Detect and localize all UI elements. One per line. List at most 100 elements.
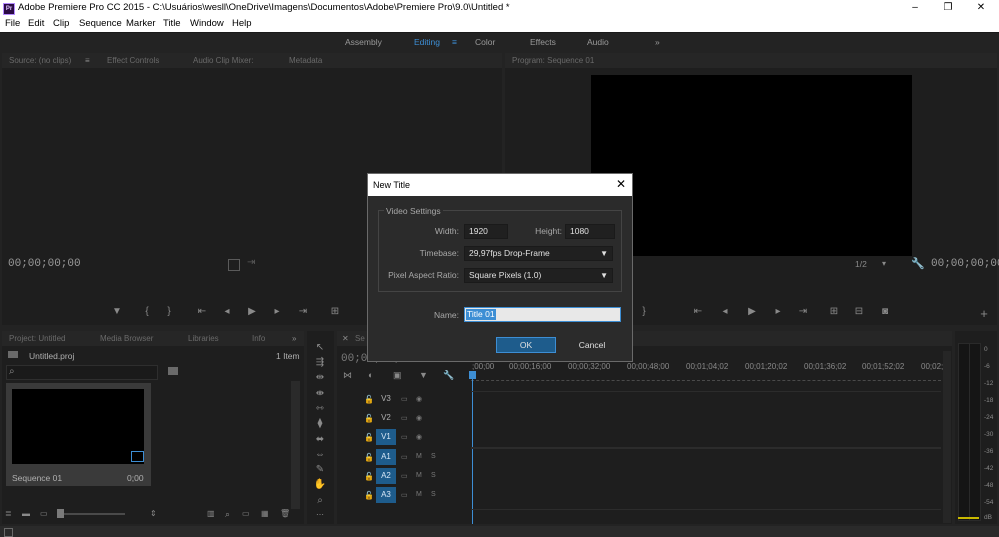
timeline-settings-icon[interactable]: 🔧 xyxy=(443,370,454,381)
add-button-icon[interactable]: + xyxy=(977,306,991,321)
tab-libraries[interactable]: Libraries xyxy=(188,334,219,343)
video-track-area[interactable] xyxy=(471,391,941,448)
step-forward-icon[interactable]: ▸ xyxy=(270,306,284,317)
tab-effect-controls[interactable]: Effect Controls xyxy=(107,56,159,65)
new-bin-button-icon[interactable]: ▭ xyxy=(242,509,250,518)
tab-program[interactable]: Program: Sequence 01 xyxy=(512,56,594,65)
menu-window[interactable]: Window xyxy=(190,18,224,29)
source-tab-menu-icon[interactable]: ≡ xyxy=(85,56,90,65)
workspace-color[interactable]: Color xyxy=(475,37,495,47)
hand-tool-icon[interactable]: ✋ xyxy=(312,479,328,492)
lock-icon[interactable]: 🔓 xyxy=(364,395,374,404)
project-scrollbar[interactable] xyxy=(291,381,300,509)
track-a2[interactable]: A2 xyxy=(376,468,396,484)
mute-button[interactable]: M xyxy=(416,472,422,479)
ripple-edit-tool-icon[interactable]: ⇹ xyxy=(312,372,328,385)
razor-tool-icon[interactable]: ⧫ xyxy=(312,418,328,431)
rate-stretch-tool-icon[interactable]: ⇿ xyxy=(312,403,328,416)
track-a3[interactable]: A3 xyxy=(376,487,396,503)
menu-help[interactable]: Help xyxy=(232,18,252,29)
source-timecode[interactable]: 00;00;00;00 xyxy=(8,258,81,270)
safe-margins-icon[interactable] xyxy=(228,259,240,271)
solo-button[interactable]: S xyxy=(431,472,436,479)
automate-icon[interactable]: ▥ xyxy=(207,509,215,518)
eye-icon[interactable]: ◉ xyxy=(416,433,422,441)
program-go-to-out-icon[interactable]: ⇥ xyxy=(796,306,810,317)
export-frame-icon[interactable]: ◙ xyxy=(878,306,892,317)
tab-audio-clip-mixer[interactable]: Audio Clip Mixer: xyxy=(193,56,253,65)
eye-icon[interactable]: ◉ xyxy=(416,414,422,422)
mute-button[interactable]: M xyxy=(416,453,422,460)
sync-lock-icon[interactable]: ▭ xyxy=(401,453,408,461)
project-search-input[interactable]: ⌕ xyxy=(6,365,158,380)
go-to-in-icon[interactable]: ⇤ xyxy=(195,306,209,317)
nest-icon[interactable]: ⋈ xyxy=(343,370,352,381)
linked-selection-icon[interactable]: ▣ xyxy=(393,370,402,381)
extract-icon[interactable]: ⊟ xyxy=(852,306,866,317)
tab-source[interactable]: Source: (no clips) xyxy=(9,56,71,65)
mark-in-icon[interactable]: { xyxy=(140,306,154,317)
pixel-aspect-ratio-select[interactable]: Square Pixels (1.0) ▼ xyxy=(464,268,613,283)
zoom-slider[interactable] xyxy=(57,513,125,515)
sync-lock-icon[interactable]: ▭ xyxy=(401,433,408,441)
close-button[interactable]: ✕ xyxy=(963,0,999,16)
zoom-select[interactable]: 1/2 xyxy=(855,259,867,269)
height-field[interactable]: 1080 xyxy=(565,224,615,239)
menu-clip[interactable]: Clip xyxy=(53,18,69,29)
workspaces-more-icon[interactable]: » xyxy=(655,37,660,47)
sequence-thumbnail-card[interactable]: Sequence 01 0;00 xyxy=(6,383,151,486)
list-view-icon[interactable]: ≣ xyxy=(5,509,12,518)
program-go-to-in-icon[interactable]: ⇤ xyxy=(691,306,705,317)
project-more-icon[interactable]: » xyxy=(292,334,296,343)
lock-icon[interactable]: 🔓 xyxy=(364,433,374,442)
timeline-ruler-ticks[interactable] xyxy=(471,374,941,381)
settings-wrench-icon[interactable]: 🔧 xyxy=(911,257,925,270)
rolling-edit-tool-icon[interactable]: ⇼ xyxy=(312,388,328,401)
solo-button[interactable]: S xyxy=(431,491,436,498)
menu-sequence[interactable]: Sequence xyxy=(79,18,122,29)
ok-button[interactable]: OK xyxy=(496,337,556,353)
workspace-assembly[interactable]: Assembly xyxy=(345,37,382,47)
program-play-icon[interactable]: ▶ xyxy=(745,306,759,317)
lock-icon[interactable]: 🔓 xyxy=(364,491,374,500)
selection-tool-icon[interactable]: ↖ xyxy=(312,342,328,355)
zoom-slider-handle[interactable] xyxy=(57,509,64,518)
marker-icon[interactable]: ▼ xyxy=(110,306,124,317)
mark-out-icon[interactable]: } xyxy=(162,306,176,317)
pen-tool-icon[interactable]: ✎ xyxy=(312,464,328,477)
track-v1[interactable]: V1 xyxy=(376,429,396,445)
find-icon[interactable]: ⌕ xyxy=(225,509,230,520)
lock-icon[interactable]: 🔓 xyxy=(364,414,374,423)
tab-info[interactable]: Info xyxy=(252,334,265,343)
new-bin-icon[interactable] xyxy=(168,367,178,375)
play-icon[interactable]: ▶ xyxy=(245,306,259,317)
zoom-tool-icon[interactable]: ⌕ xyxy=(312,495,328,508)
restore-button[interactable]: ❐ xyxy=(930,0,966,16)
delete-icon[interactable]: 🗑 xyxy=(280,509,290,518)
insert-icon[interactable]: ⇥ xyxy=(247,257,255,268)
dialog-close-button[interactable]: ✕ xyxy=(616,177,626,191)
playhead-handle[interactable] xyxy=(469,371,476,379)
timeline-close-icon[interactable]: ✕ xyxy=(342,334,349,343)
track-a1[interactable]: A1 xyxy=(376,449,396,465)
workspace-editing[interactable]: Editing xyxy=(414,37,440,47)
eye-icon[interactable]: ◉ xyxy=(416,395,422,403)
minimize-button[interactable]: – xyxy=(897,0,933,16)
audio-track-area[interactable] xyxy=(471,448,941,510)
sync-lock-icon[interactable]: ▭ xyxy=(401,414,408,422)
sync-lock-icon[interactable]: ▭ xyxy=(401,395,408,403)
slide-tool-icon[interactable]: ⇔ xyxy=(312,449,328,462)
program-mark-out-icon[interactable]: } xyxy=(637,306,651,317)
menu-file[interactable]: File xyxy=(5,18,20,29)
tab-sequence[interactable]: Se xyxy=(355,334,365,343)
track-v2[interactable]: V2 xyxy=(376,410,396,426)
track-v3[interactable]: V3 xyxy=(376,391,396,407)
new-item-icon[interactable]: ▦ xyxy=(261,509,269,518)
tab-project[interactable]: Project: Untitled xyxy=(9,334,65,343)
tab-media-browser[interactable]: Media Browser xyxy=(100,334,153,343)
title-name-input[interactable]: Title 01 xyxy=(464,307,621,322)
workspace-menu-icon[interactable]: ≡ xyxy=(452,37,457,47)
sync-lock-icon[interactable]: ▭ xyxy=(401,472,408,480)
program-timecode[interactable]: 00;00;00;00 xyxy=(931,258,999,270)
lock-icon[interactable]: 🔓 xyxy=(364,453,374,462)
